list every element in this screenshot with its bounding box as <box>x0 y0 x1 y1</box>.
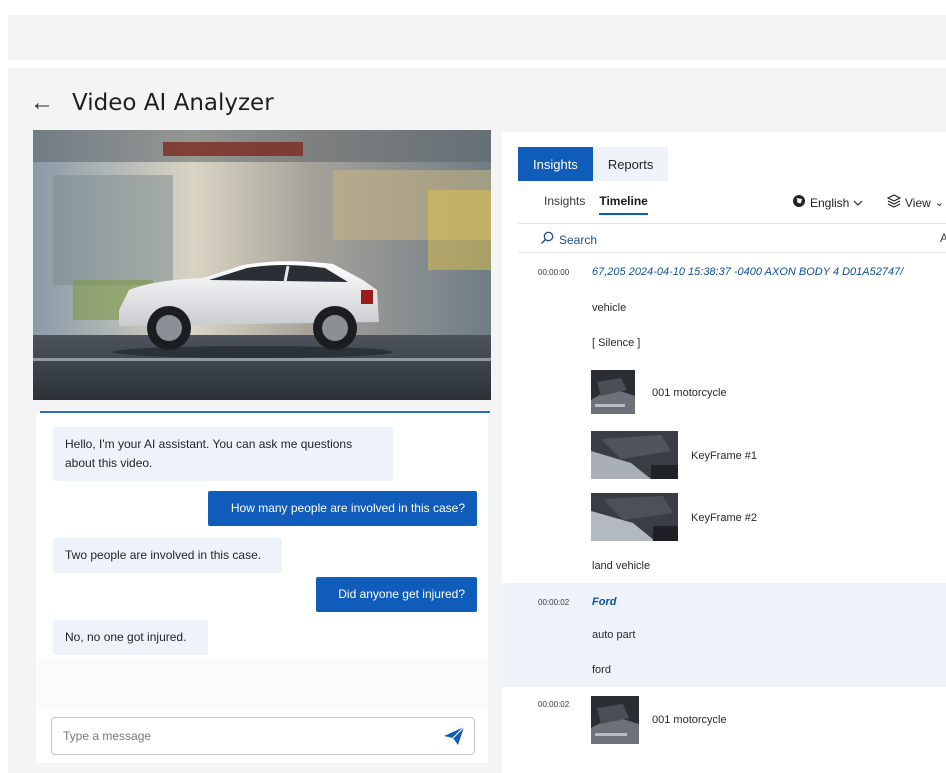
timestamp[interactable]: 00:00:02 <box>538 598 569 607</box>
layers-icon <box>886 194 902 211</box>
insights-panel: Insights Reports Insights Timeline Engli… <box>502 132 946 773</box>
subtab-insights[interactable]: Insights <box>544 194 585 208</box>
timestamp[interactable]: 00:00:00 <box>538 268 569 277</box>
language-label: English <box>810 195 850 210</box>
chevron-down-icon <box>853 196 863 210</box>
label-tag: auto part <box>592 629 636 641</box>
tab-insights[interactable]: Insights <box>518 147 593 181</box>
view-label: View <box>905 195 931 210</box>
timeline-meta[interactable]: Ford <box>592 596 616 608</box>
tab-reports[interactable]: Reports <box>592 147 669 181</box>
subtab-timeline[interactable]: Timeline <box>599 194 649 215</box>
search-label: Search <box>559 232 598 247</box>
arrow-left-icon[interactable]: ← <box>30 91 54 115</box>
globe-icon <box>792 194 806 211</box>
view-selector[interactable]: View ⌄ <box>886 194 945 211</box>
subtab-bar: Insights Timeline <box>544 194 649 215</box>
timeline-meta[interactable]: 67,205 2024-04-10 15:38:37 -0400 AXON BO… <box>592 266 903 278</box>
thumbnail[interactable] <box>591 696 639 744</box>
assistant-message: Two people are involved in this case. <box>53 538 282 573</box>
user-message: Did anyone get injured? <box>316 577 477 612</box>
video-frame <box>33 130 491 400</box>
page-title: Video AI Analyzer <box>72 90 274 116</box>
search-field[interactable]: Search <box>540 231 597 248</box>
object-label: 001 motorcycle <box>652 714 727 726</box>
chat-panel: Hello, I'm your AI assistant. You can as… <box>36 413 488 658</box>
label-tag: [ Silence ] <box>592 337 641 349</box>
video-player[interactable] <box>33 130 491 400</box>
message-composer <box>36 710 488 763</box>
top-app-bar <box>8 15 946 60</box>
user-message: How many people are involved in this cas… <box>208 491 477 526</box>
header-separator <box>518 223 946 224</box>
keyframe-label: KeyFrame #1 <box>691 450 758 462</box>
language-selector[interactable]: English <box>792 194 863 211</box>
message-input[interactable] <box>51 717 475 755</box>
keyframe-thumbnail[interactable] <box>591 493 678 541</box>
label-tag: land vehicle <box>592 560 651 572</box>
thumbnail[interactable] <box>591 370 635 414</box>
keyframe-thumbnail[interactable] <box>591 431 678 479</box>
chat-spacer <box>36 658 488 710</box>
label-tag: vehicle <box>592 302 627 314</box>
filter-label: A <box>940 231 946 245</box>
assistant-message: Hello, I'm your AI assistant. You can as… <box>53 427 393 481</box>
keyframe-label: KeyFrame #2 <box>691 512 758 524</box>
search-icon <box>540 231 554 248</box>
tab-bar: Insights Reports <box>518 147 669 181</box>
timestamp[interactable]: 00:00:02 <box>538 700 569 709</box>
send-icon[interactable] <box>443 726 465 746</box>
object-label: 001 motorcycle <box>652 387 727 399</box>
chevron-down-icon: ⌄ <box>934 197 945 209</box>
assistant-message: No, no one got injured. <box>53 620 208 655</box>
search-separator <box>518 252 946 253</box>
label-tag: ford <box>592 664 611 676</box>
title-row: ← Video AI Analyzer <box>30 88 274 118</box>
